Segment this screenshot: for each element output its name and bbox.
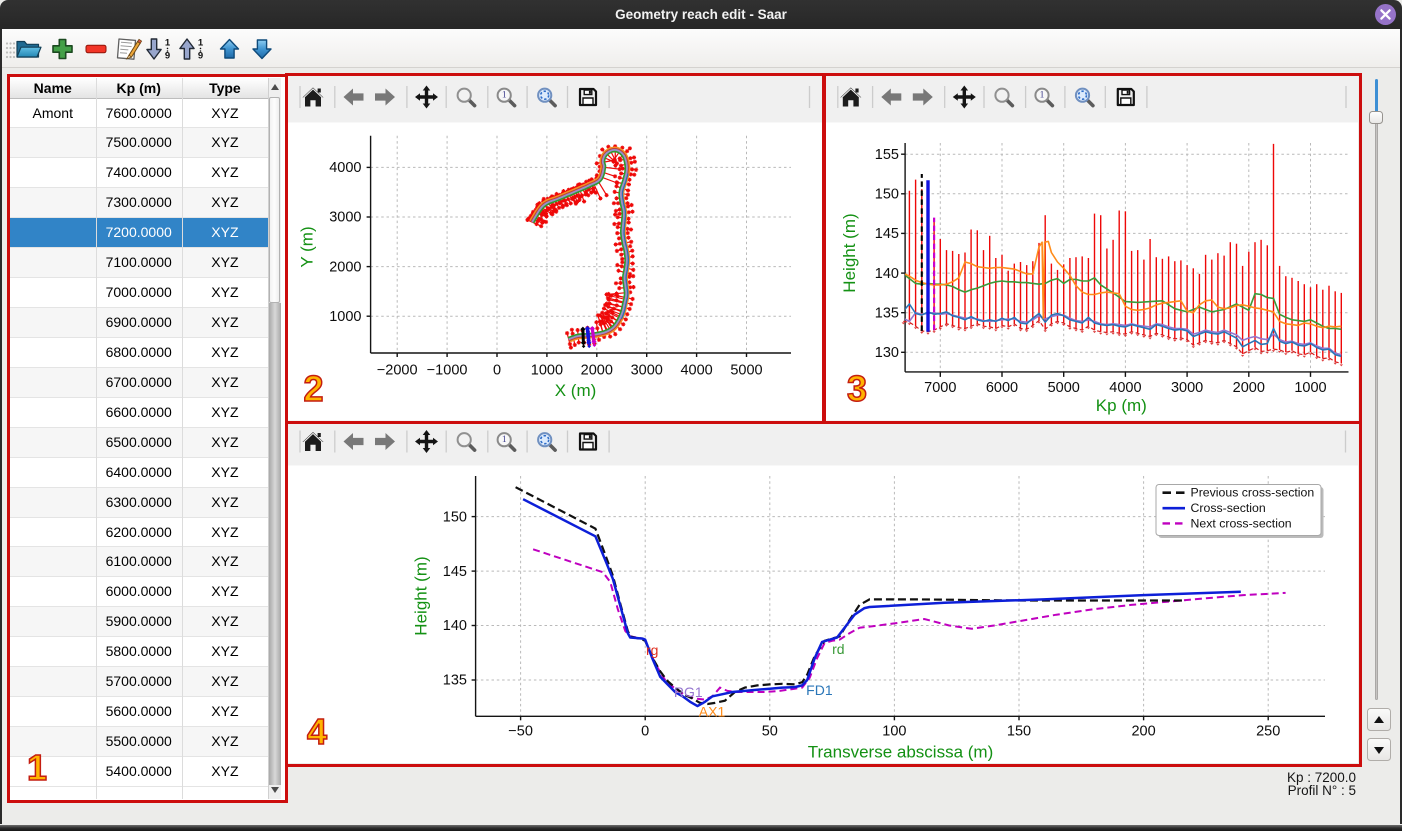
- svg-text:135: 135: [874, 305, 898, 321]
- svg-text:1000: 1000: [531, 363, 563, 379]
- svg-text:145: 145: [443, 564, 467, 580]
- svg-text:2000: 2000: [581, 363, 613, 379]
- svg-text:4000: 4000: [329, 160, 361, 176]
- svg-text:0: 0: [493, 363, 501, 379]
- svg-text:rd: rd: [832, 641, 844, 657]
- svg-text:1000: 1000: [329, 309, 361, 325]
- svg-text:150: 150: [443, 509, 467, 525]
- svg-text:AX1: AX1: [699, 704, 726, 720]
- svg-text:3000: 3000: [329, 210, 361, 226]
- svg-text:X (m): X (m): [555, 381, 597, 400]
- svg-text:145: 145: [874, 226, 898, 242]
- svg-text:5000: 5000: [730, 363, 762, 379]
- svg-text:Cross-section: Cross-section: [1191, 501, 1266, 515]
- svg-text:−1000: −1000: [427, 363, 468, 379]
- svg-text:rg: rg: [646, 642, 658, 658]
- svg-text:0: 0: [641, 724, 649, 740]
- svg-text:7000: 7000: [924, 380, 956, 396]
- svg-text:2000: 2000: [1232, 380, 1264, 396]
- svg-text:Height (m): Height (m): [840, 213, 859, 292]
- svg-text:FD1: FD1: [806, 682, 833, 698]
- svg-text:2000: 2000: [329, 259, 361, 275]
- svg-text:140: 140: [874, 266, 898, 282]
- svg-text:100: 100: [882, 724, 906, 740]
- svg-text:Y (m): Y (m): [298, 226, 317, 267]
- svg-text:RG1: RG1: [674, 684, 703, 700]
- svg-text:Next cross-section: Next cross-section: [1191, 516, 1292, 530]
- svg-text:250: 250: [1256, 724, 1280, 740]
- svg-text:130: 130: [874, 345, 898, 361]
- svg-text:Previous cross-section: Previous cross-section: [1191, 486, 1315, 500]
- svg-text:140: 140: [443, 618, 467, 634]
- svg-text:4000: 4000: [680, 363, 712, 379]
- svg-text:150: 150: [1007, 724, 1031, 740]
- svg-text:135: 135: [443, 673, 467, 689]
- svg-text:1000: 1000: [1294, 380, 1326, 396]
- svg-text:−50: −50: [508, 724, 533, 740]
- svg-text:Kp (m): Kp (m): [1095, 396, 1146, 415]
- svg-text:6000: 6000: [985, 380, 1017, 396]
- svg-text:3000: 3000: [1170, 380, 1202, 396]
- svg-text:150: 150: [874, 187, 898, 203]
- svg-text:5000: 5000: [1047, 380, 1079, 396]
- svg-text:Height (m): Height (m): [412, 556, 431, 635]
- svg-text:Transverse abscissa (m): Transverse abscissa (m): [808, 743, 993, 762]
- svg-text:50: 50: [762, 724, 778, 740]
- svg-text:4000: 4000: [1109, 380, 1141, 396]
- svg-text:200: 200: [1131, 724, 1155, 740]
- svg-text:3000: 3000: [631, 363, 663, 379]
- svg-text:155: 155: [874, 147, 898, 163]
- svg-text:−2000: −2000: [377, 363, 418, 379]
